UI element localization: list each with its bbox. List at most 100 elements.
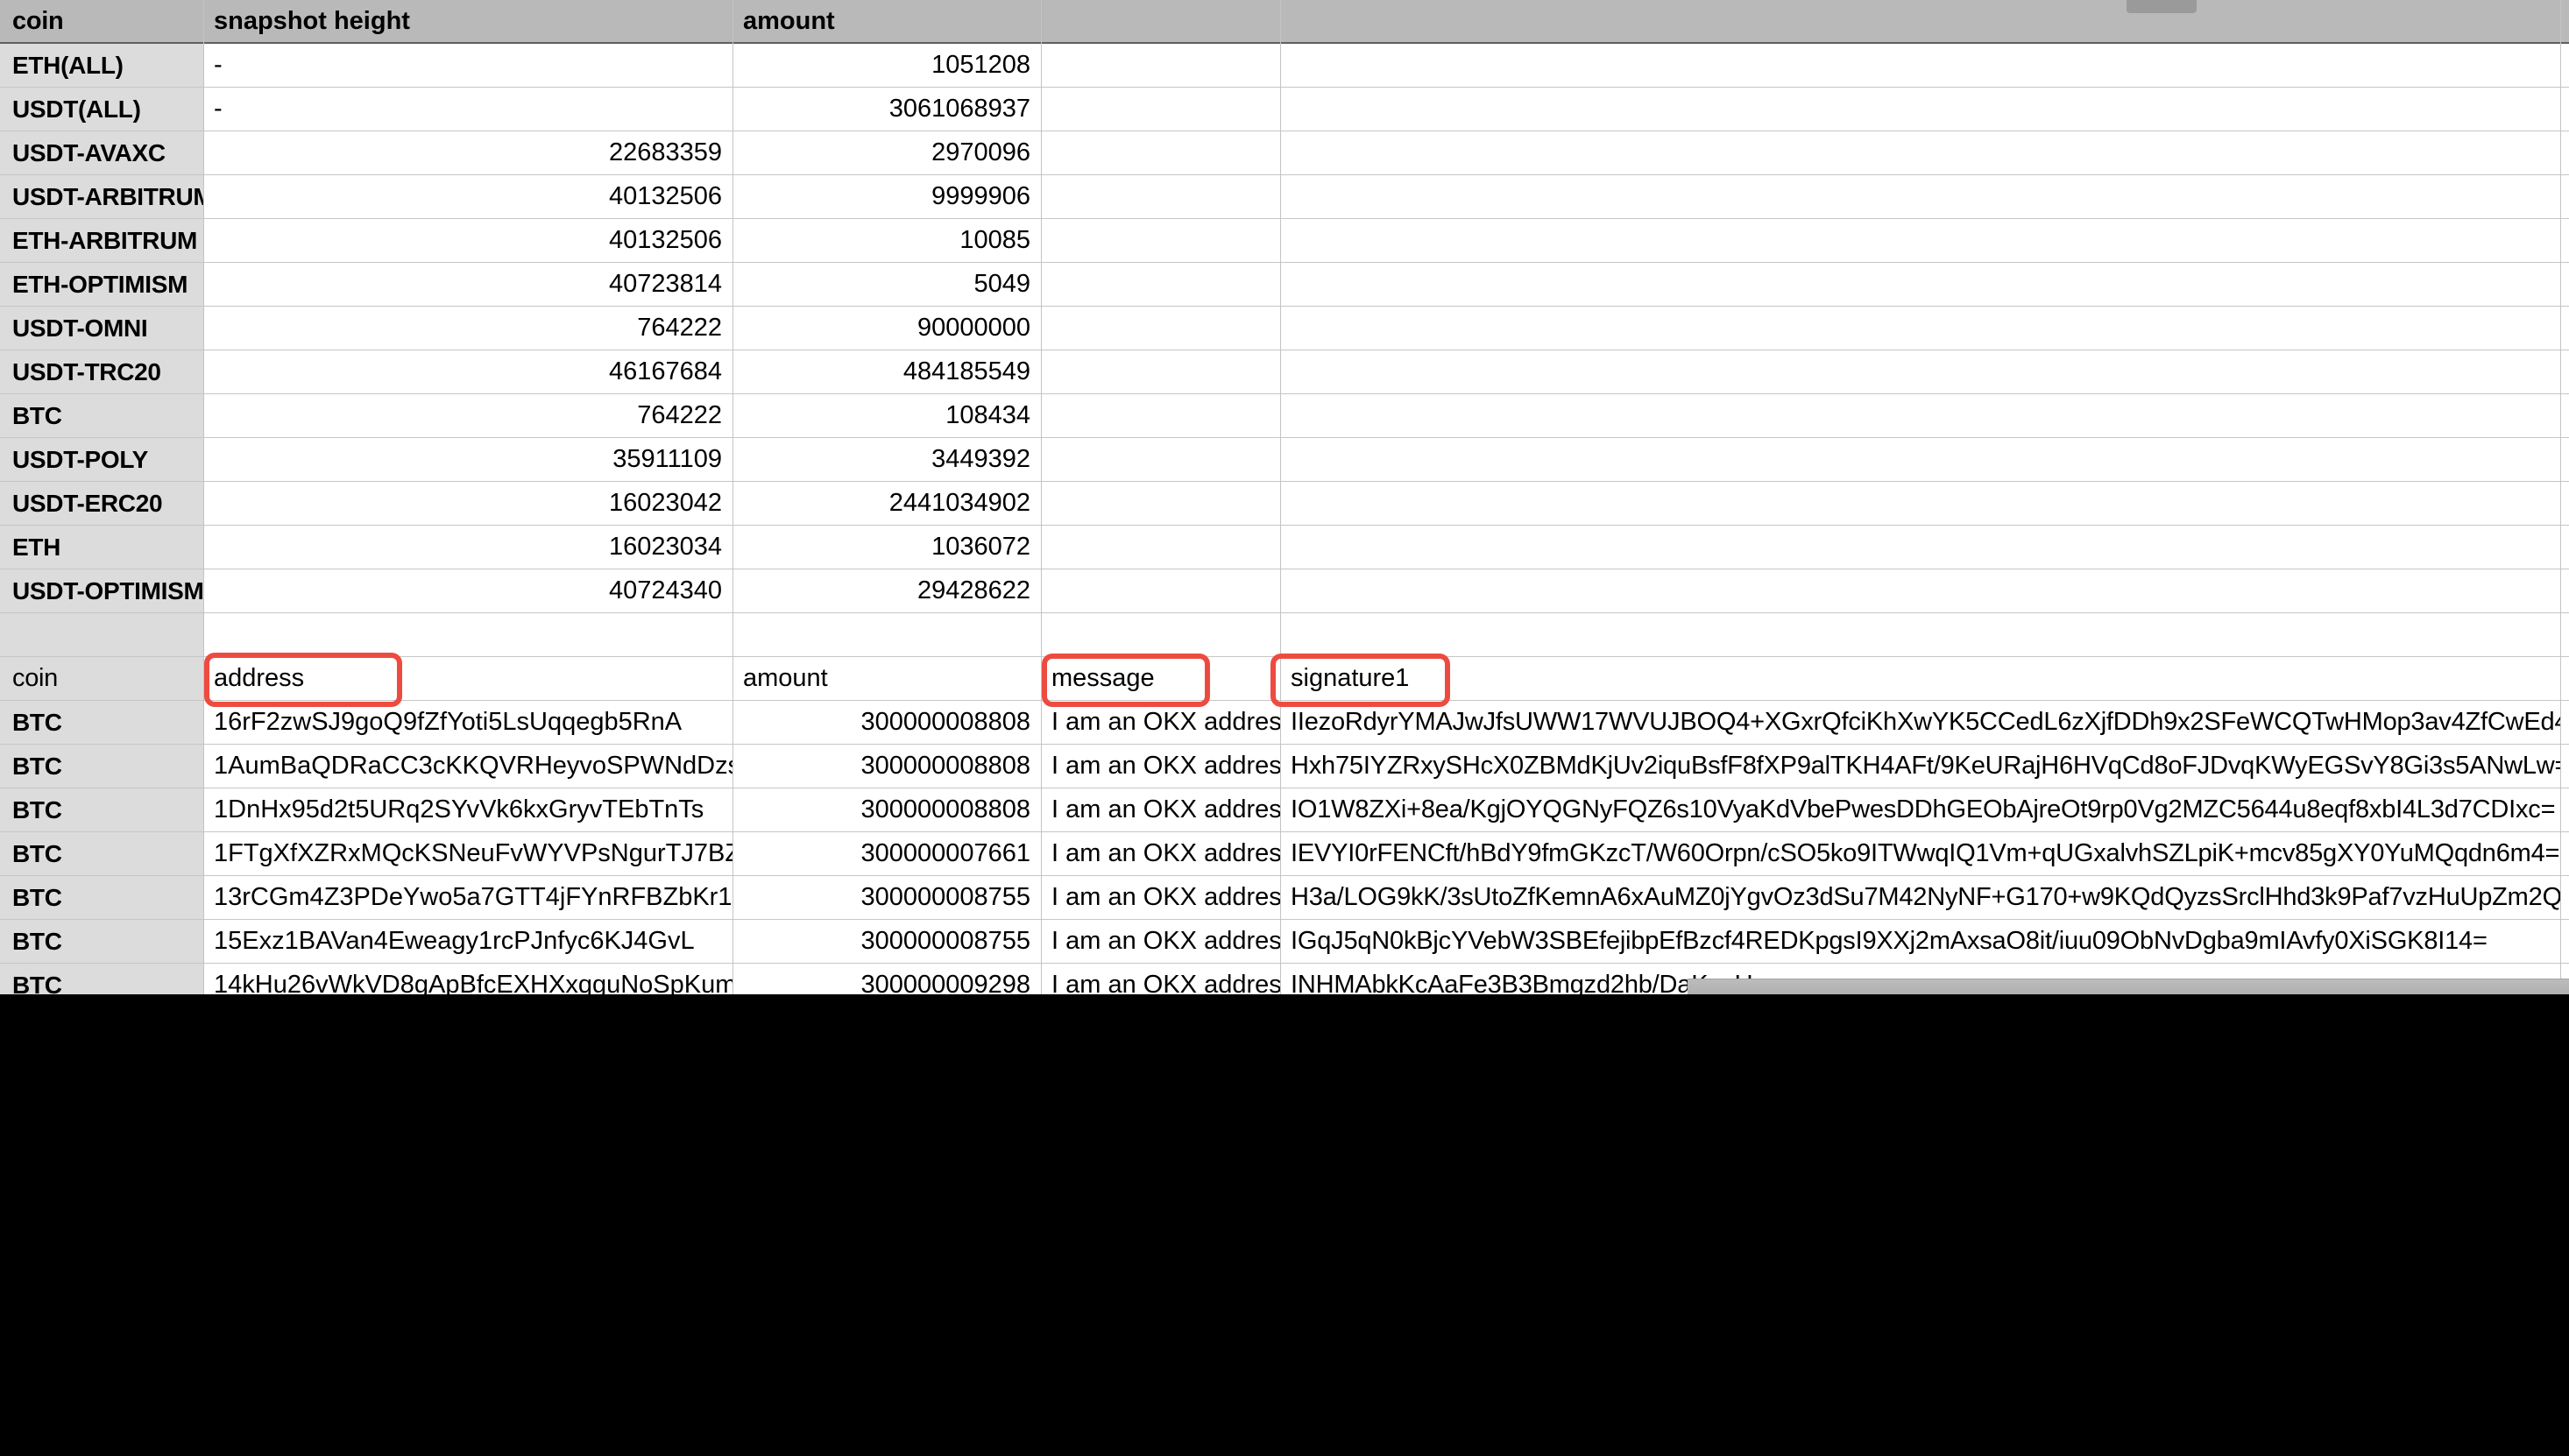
amount-cell[interactable]: 300000008755 <box>732 920 1041 963</box>
coin-cell[interactable]: BTC <box>0 964 203 994</box>
empty-cell[interactable] <box>1280 307 2560 350</box>
table2-header-signature1[interactable]: signature1 <box>1280 657 2560 700</box>
snapshot-height-cell[interactable]: 40724340 <box>203 569 732 612</box>
blank-cell[interactable] <box>1280 613 2560 656</box>
signature-cell[interactable]: IO1W8ZXi+8ea/KgjOYQGNyFQZ6s10VyaKdVbePwe… <box>1280 788 2560 831</box>
amount-cell[interactable]: 3061068937 <box>732 88 1041 131</box>
coin-cell[interactable]: USDT-POLY <box>0 438 203 481</box>
message-cell[interactable]: I am an OKX address <box>1041 701 1280 744</box>
empty-cell[interactable] <box>1280 394 2560 437</box>
amount-cell[interactable]: 9999906 <box>732 175 1041 218</box>
table2-header-amount[interactable]: amount <box>732 657 1041 700</box>
empty-cell[interactable] <box>1280 569 2560 612</box>
coin-cell[interactable]: USDT-OPTIMISM <box>0 569 203 612</box>
coin-cell[interactable]: BTC <box>0 745 203 788</box>
table1-header-coin[interactable]: coin <box>0 0 203 42</box>
empty-cell[interactable] <box>1041 350 1280 393</box>
amount-cell[interactable]: 108434 <box>732 394 1041 437</box>
empty-cell[interactable] <box>1041 88 1280 131</box>
empty-cell[interactable] <box>1280 482 2560 525</box>
blank-cell[interactable] <box>1041 613 1280 656</box>
message-cell[interactable]: I am an OKX address <box>1041 920 1280 963</box>
message-cell[interactable]: I am an OKX address <box>1041 876 1280 919</box>
signature-cell[interactable]: IEVYI0rFENCft/hBdY9fmGKzcT/W60Orpn/cSO5k… <box>1280 832 2560 875</box>
table1-header-empty-d[interactable] <box>1041 0 1280 42</box>
coin-cell[interactable]: BTC <box>0 832 203 875</box>
blank-cell[interactable] <box>732 613 1041 656</box>
empty-cell[interactable] <box>1280 44 2560 87</box>
snapshot-height-cell[interactable]: 35911109 <box>203 438 732 481</box>
message-cell[interactable]: I am an OKX address <box>1041 788 1280 831</box>
snapshot-height-cell[interactable]: 40132506 <box>203 175 732 218</box>
signature-cell[interactable]: IIezoRdyrYMAJwJfsUWW17WVUJBOQ4+XGxrQfciK… <box>1280 701 2560 744</box>
coin-cell[interactable]: BTC <box>0 394 203 437</box>
coin-cell[interactable]: BTC <box>0 920 203 963</box>
coin-cell[interactable]: ETH(ALL) <box>0 44 203 87</box>
amount-cell[interactable]: 300000008808 <box>732 701 1041 744</box>
snapshot-height-cell[interactable]: 40132506 <box>203 219 732 262</box>
empty-cell[interactable] <box>1041 44 1280 87</box>
blank-cell[interactable] <box>203 613 732 656</box>
empty-cell[interactable] <box>1041 569 1280 612</box>
empty-cell[interactable] <box>1041 482 1280 525</box>
blank-row-label-cell[interactable] <box>0 613 203 656</box>
coin-cell[interactable]: BTC <box>0 788 203 831</box>
amount-cell[interactable]: 300000008808 <box>732 745 1041 788</box>
amount-cell[interactable]: 10085 <box>732 219 1041 262</box>
coin-cell[interactable]: USDT-OMNI <box>0 307 203 350</box>
amount-cell[interactable]: 29428622 <box>732 569 1041 612</box>
empty-cell[interactable] <box>1280 88 2560 131</box>
coin-cell[interactable]: BTC <box>0 876 203 919</box>
empty-cell[interactable] <box>1041 131 1280 174</box>
message-cell[interactable]: I am an OKX address <box>1041 964 1280 994</box>
empty-cell[interactable] <box>1280 350 2560 393</box>
empty-cell[interactable] <box>1280 526 2560 569</box>
empty-cell[interactable] <box>1041 263 1280 306</box>
snapshot-height-cell[interactable]: - <box>203 88 732 131</box>
coin-cell[interactable]: ETH-ARBITRUM <box>0 219 203 262</box>
coin-cell[interactable]: USDT-ERC20 <box>0 482 203 525</box>
message-cell[interactable]: I am an OKX address <box>1041 745 1280 788</box>
amount-cell[interactable]: 1036072 <box>732 526 1041 569</box>
table1-header-amount[interactable]: amount <box>732 0 1041 42</box>
table1-header-empty-e[interactable] <box>1280 0 2560 42</box>
empty-cell[interactable] <box>1041 438 1280 481</box>
empty-cell[interactable] <box>1041 307 1280 350</box>
empty-cell[interactable] <box>1280 175 2560 218</box>
snapshot-height-cell[interactable]: 16023034 <box>203 526 732 569</box>
amount-cell[interactable]: 300000007661 <box>732 832 1041 875</box>
message-cell[interactable]: I am an OKX address <box>1041 832 1280 875</box>
table1-header-snapshot-height[interactable]: snapshot height <box>203 0 732 42</box>
amount-cell[interactable]: 3449392 <box>732 438 1041 481</box>
amount-cell[interactable]: 300000008808 <box>732 788 1041 831</box>
amount-cell[interactable]: 300000009298 <box>732 964 1041 994</box>
snapshot-height-cell[interactable]: 22683359 <box>203 131 732 174</box>
snapshot-height-cell[interactable]: 16023042 <box>203 482 732 525</box>
amount-cell[interactable]: 2441034902 <box>732 482 1041 525</box>
empty-cell[interactable] <box>1280 263 2560 306</box>
address-cell[interactable]: 1AumBaQDRaCC3cKKQVRHeyvoSPWNdDzsKP <box>203 745 732 788</box>
coin-cell[interactable]: USDT-AVAXC <box>0 131 203 174</box>
empty-cell[interactable] <box>1041 219 1280 262</box>
amount-cell[interactable]: 90000000 <box>732 307 1041 350</box>
address-cell[interactable]: 1FTgXfXZRxMQcKSNeuFvWYVPsNgurTJ7BZ <box>203 832 732 875</box>
empty-cell[interactable] <box>1041 175 1280 218</box>
amount-cell[interactable]: 5049 <box>732 263 1041 306</box>
address-cell[interactable]: 13rCGm4Z3PDeYwo5a7GTT4jFYnRFBZbKr1 <box>203 876 732 919</box>
coin-cell[interactable]: USDT-TRC20 <box>0 350 203 393</box>
snapshot-height-cell[interactable]: 764222 <box>203 307 732 350</box>
address-cell[interactable]: 15Exz1BAVan4Eweagy1rcPJnfyc6KJ4GvL <box>203 920 732 963</box>
amount-cell[interactable]: 2970096 <box>732 131 1041 174</box>
amount-cell[interactable]: 1051208 <box>732 44 1041 87</box>
address-cell[interactable]: 16rF2zwSJ9goQ9fZfYoti5LsUqqegb5RnA <box>203 701 732 744</box>
address-cell[interactable]: 1DnHx95d2t5URq2SYvVk6kxGryvTEbTnTs <box>203 788 732 831</box>
empty-cell[interactable] <box>1280 438 2560 481</box>
horizontal-scrollbar[interactable] <box>1688 979 2569 994</box>
amount-cell[interactable]: 300000008755 <box>732 876 1041 919</box>
coin-cell[interactable]: ETH-OPTIMISM <box>0 263 203 306</box>
address-cell[interactable]: 14kHu26vWkVD8gApBfcEXHXxqguNoSpKum <box>203 964 732 994</box>
empty-cell[interactable] <box>1041 526 1280 569</box>
scrollbar-thumb-top[interactable] <box>2127 0 2197 13</box>
signature-cell[interactable]: Hxh75IYZRxySHcX0ZBMdKjUv2iquBsfF8fXP9alT… <box>1280 745 2560 788</box>
snapshot-height-cell[interactable]: 764222 <box>203 394 732 437</box>
